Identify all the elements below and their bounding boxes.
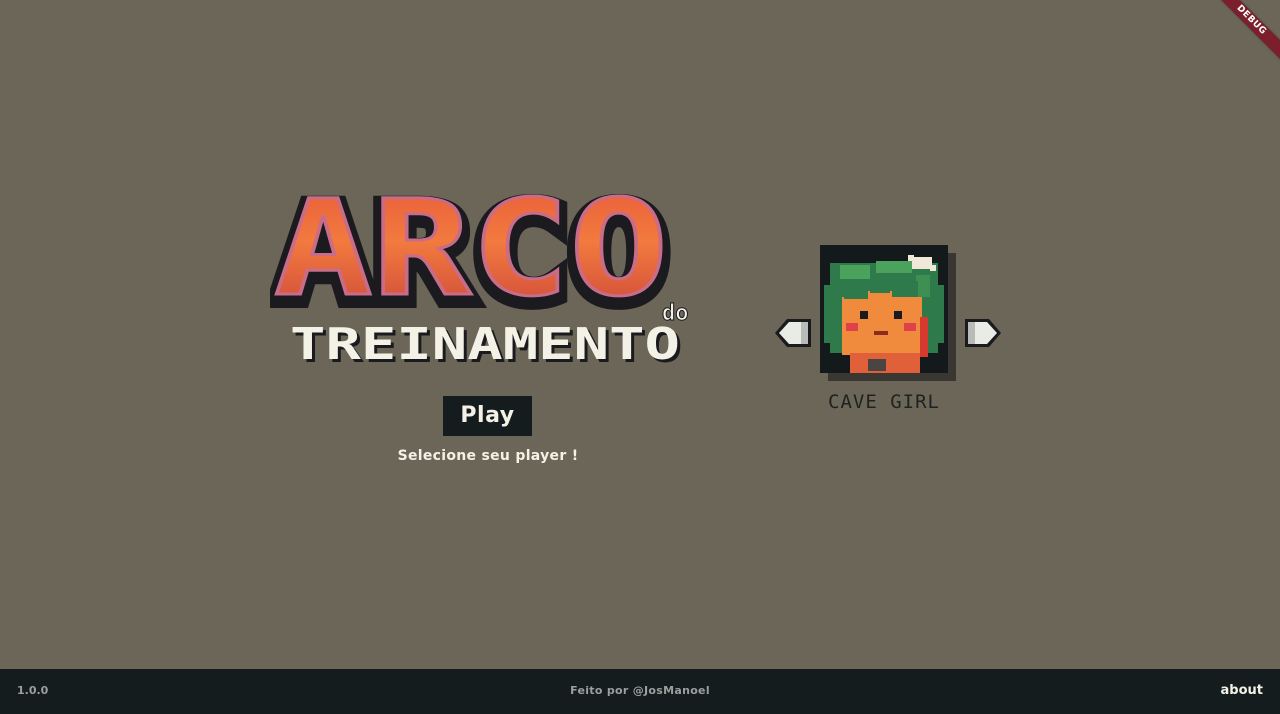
arrow-right-icon[interactable] — [963, 312, 1005, 354]
debug-banner-label: DEBUG — [1210, 0, 1280, 64]
debug-banner: DEBUG — [1210, 0, 1280, 70]
credits-label: Feito por @JosManoel — [570, 684, 710, 697]
game-stage: DEBUG ARCO ARCO do TREINAMENTO TREINAMEN… — [0, 0, 1280, 669]
footer: 1.0.0 Feito por @JosManoel about — [0, 669, 1280, 714]
about-link[interactable]: about — [1221, 683, 1263, 698]
character-portrait — [820, 245, 948, 373]
select-player-hint: Selecione seu player ! — [397, 448, 579, 464]
title-main: ARCO — [274, 194, 668, 326]
character-name: CAVE GIRL — [828, 391, 940, 413]
arrow-left-icon[interactable] — [771, 312, 813, 354]
play-button[interactable]: Play — [443, 396, 532, 436]
game-logo: ARCO ARCO do TREINAMENTO TREINAMENTO — [270, 194, 710, 364]
title-sub: TREINAMENTO — [290, 319, 680, 364]
